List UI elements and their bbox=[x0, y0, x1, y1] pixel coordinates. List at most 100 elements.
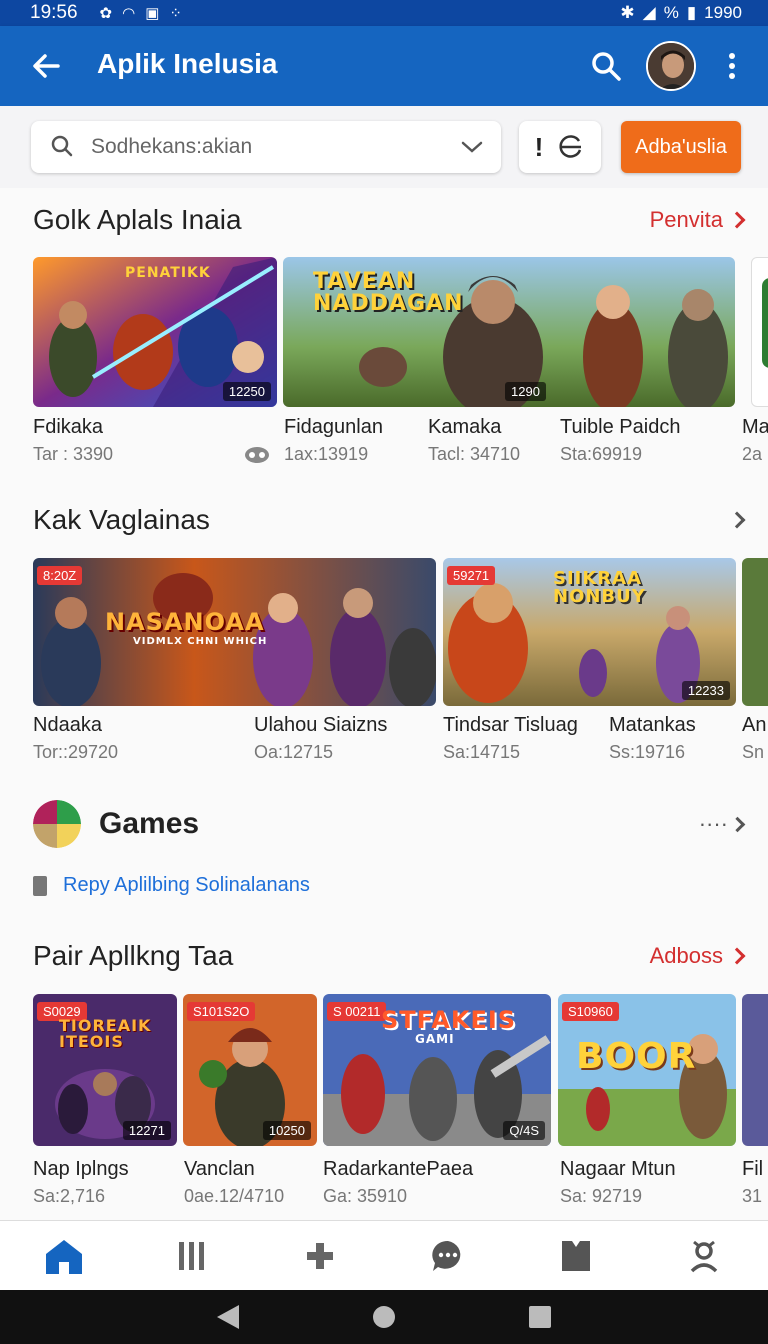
chevron-right-icon bbox=[728, 511, 746, 529]
chevron-right-icon bbox=[729, 816, 746, 832]
item-name[interactable]: Kamaka bbox=[428, 416, 501, 439]
item-name[interactable]: Nagaar Mtun bbox=[560, 1158, 676, 1181]
chat-icon bbox=[432, 1240, 461, 1271]
game-card-partial[interactable] bbox=[742, 558, 768, 706]
card-tag: S10960 bbox=[562, 1002, 619, 1021]
game-art-title: STFAKEIS bbox=[381, 1006, 517, 1034]
wifi-icon: ◠ bbox=[122, 5, 136, 22]
section2-link[interactable] bbox=[728, 511, 746, 529]
avatar-image bbox=[648, 43, 694, 89]
nav-games[interactable] bbox=[256, 1221, 384, 1290]
item-name[interactable]: Ndaaka bbox=[33, 714, 102, 737]
game-card-tile[interactable]: S101S2O 10250 bbox=[183, 994, 317, 1146]
bookmark-icon bbox=[562, 1240, 590, 1271]
nav-saved[interactable] bbox=[512, 1221, 640, 1290]
card-count: 10250 bbox=[262, 1121, 311, 1140]
primary-action-button[interactable]: Adba'uslia bbox=[621, 121, 741, 173]
game-card-tile[interactable]: S 00211 STFAKEIS GAMI Q/4S bbox=[323, 994, 551, 1146]
search-field-icon bbox=[51, 135, 73, 157]
item-stat: 2a bbox=[742, 444, 763, 464]
home-icon bbox=[46, 1239, 82, 1274]
nav-chat[interactable] bbox=[384, 1221, 512, 1290]
game-card-tile[interactable]: S10960 BOOR bbox=[558, 994, 736, 1146]
item-name[interactable]: Fil bbox=[742, 1158, 763, 1181]
bluetooth-icon: ✱ bbox=[620, 3, 635, 22]
game-art-title: BOOR bbox=[576, 1036, 697, 1077]
battery-icon: ▮ bbox=[686, 3, 697, 22]
more-dots: ···· bbox=[698, 811, 728, 836]
item-name[interactable]: Vanclan bbox=[184, 1158, 255, 1181]
item-name[interactable]: Tuible Paidch bbox=[560, 416, 680, 439]
item-name[interactable]: Fidagunlan bbox=[284, 416, 383, 439]
games-more-link[interactable]: ···· bbox=[698, 811, 746, 837]
search-icon[interactable] bbox=[588, 48, 624, 84]
card-count: 12233 bbox=[681, 681, 730, 700]
section1-link[interactable]: Penvita bbox=[649, 207, 746, 233]
item-stat: Tar : 3390 bbox=[33, 444, 114, 464]
item-stat: 0ae.12/4710 bbox=[184, 1186, 285, 1206]
item-name[interactable]: Ulahou Siaizns bbox=[254, 714, 387, 737]
search-box[interactable] bbox=[31, 121, 501, 173]
section3-cards: S0029 TIOREAIK ITEOIS 12271 S101S2O 1025… bbox=[33, 994, 768, 1146]
card-count: 12250 bbox=[222, 382, 271, 401]
status-right: ✱ ◢ % ▮ 1990 bbox=[620, 3, 742, 23]
item-name[interactable]: Fdikaka bbox=[33, 416, 103, 439]
game-card-banner[interactable]: 8:20Z NASANOAA VIDMLX CHNI WHICH bbox=[33, 558, 436, 706]
home-nav-icon[interactable] bbox=[371, 1304, 397, 1330]
item-name[interactable]: Matankas bbox=[609, 714, 696, 737]
section2-labels: Ndaaka Tor::29720 Ulahou Siaizns Oa:1271… bbox=[0, 714, 768, 774]
game-card-banner[interactable]: 59271 SIIKRAA NONBUY 12233 bbox=[443, 558, 736, 706]
filter-label: ! bbox=[534, 131, 544, 162]
status-notification-icons: ✿ ◠ ▣ ⁘ bbox=[100, 4, 182, 22]
games-row[interactable]: Games ···· bbox=[33, 798, 746, 850]
game-art-title: SIIKRAA NONBUY bbox=[553, 568, 646, 607]
game-card-partial[interactable] bbox=[751, 257, 768, 407]
section1-header: Golk Aplals Inaia Penvita bbox=[33, 200, 746, 240]
battery-level: 1990 bbox=[704, 3, 742, 22]
item-name[interactable]: An bbox=[742, 714, 766, 737]
item-stat: Tor::29720 bbox=[33, 742, 119, 762]
reply-link[interactable]: Repy Aplilbing Solinalanans bbox=[63, 874, 310, 897]
item-name[interactable]: Nap Iplngs bbox=[33, 1158, 129, 1181]
game-art-title: PENATIKK bbox=[125, 265, 211, 281]
game-art-title: TIOREAIK ITEOIS bbox=[59, 1016, 152, 1051]
section3-link-label: Adboss bbox=[649, 943, 723, 968]
item-stat: Ga: 35910 bbox=[323, 1186, 408, 1206]
game-art-subtitle: GAMI bbox=[415, 1032, 455, 1046]
item-name[interactable]: Ma bbox=[742, 416, 768, 439]
games-logo-icon bbox=[33, 800, 81, 848]
game-art-subtitle: VIDMLX CHNI WHICH bbox=[133, 636, 268, 647]
section3-title: Pair Apllkng Taa bbox=[33, 940, 234, 971]
more-vert-icon[interactable] bbox=[722, 50, 742, 82]
card-tag: S101S2O bbox=[187, 1002, 256, 1021]
item-stat: Sa:2,716 bbox=[33, 1186, 106, 1206]
game-card-banner[interactable]: PENATIKK 12250 bbox=[33, 257, 277, 407]
game-card-banner[interactable]: TAVEAN NADDAGAN 1290 bbox=[283, 257, 735, 407]
nav-library[interactable] bbox=[128, 1221, 256, 1290]
section1-link-label: Penvita bbox=[649, 207, 723, 232]
item-stat: Ss:19716 bbox=[609, 742, 686, 762]
search-input[interactable] bbox=[91, 135, 451, 159]
filter-button[interactable]: ! bbox=[519, 121, 601, 173]
system-nav-bar bbox=[0, 1290, 768, 1344]
item-name[interactable]: RadarkantePaea bbox=[323, 1158, 473, 1181]
game-card-tile[interactable]: S0029 TIOREAIK ITEOIS 12271 bbox=[33, 994, 177, 1146]
section3-link[interactable]: Adboss bbox=[649, 943, 746, 969]
status-bar: 19:56 ✿ ◠ ▣ ⁘ ✱ ◢ % ▮ 1990 bbox=[0, 0, 768, 26]
battery-percent: % bbox=[663, 3, 679, 22]
nav-profile[interactable] bbox=[640, 1221, 768, 1290]
reply-row[interactable]: Repy Aplilbing Solinalanans bbox=[33, 874, 310, 897]
avatar[interactable] bbox=[646, 41, 696, 91]
back-nav-icon[interactable] bbox=[215, 1303, 241, 1331]
item-name[interactable]: Tindsar Tisluag bbox=[443, 714, 578, 737]
game-card-partial[interactable] bbox=[742, 994, 768, 1146]
status-time: 19:56 bbox=[30, 2, 78, 23]
back-arrow-icon[interactable] bbox=[28, 48, 64, 84]
dots-icon: ⁘ bbox=[169, 5, 182, 22]
nav-home[interactable] bbox=[0, 1221, 128, 1290]
chevron-down-icon[interactable] bbox=[457, 132, 487, 162]
item-stat: Oa:12715 bbox=[254, 742, 334, 762]
gamepad-badge-icon bbox=[245, 447, 269, 463]
item-stat: Sa:14715 bbox=[443, 742, 521, 762]
recents-nav-icon[interactable] bbox=[527, 1304, 553, 1330]
